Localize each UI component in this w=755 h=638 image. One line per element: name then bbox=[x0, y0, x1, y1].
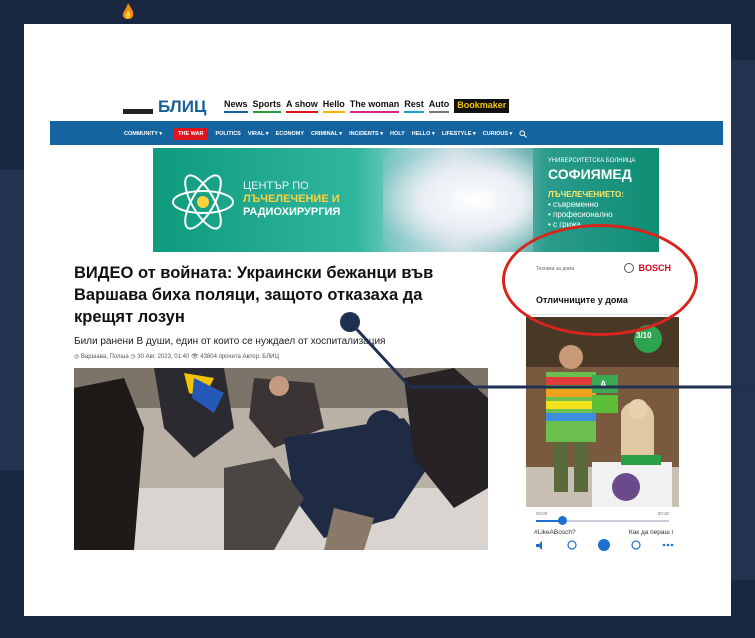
annotation-pointer bbox=[340, 312, 755, 389]
